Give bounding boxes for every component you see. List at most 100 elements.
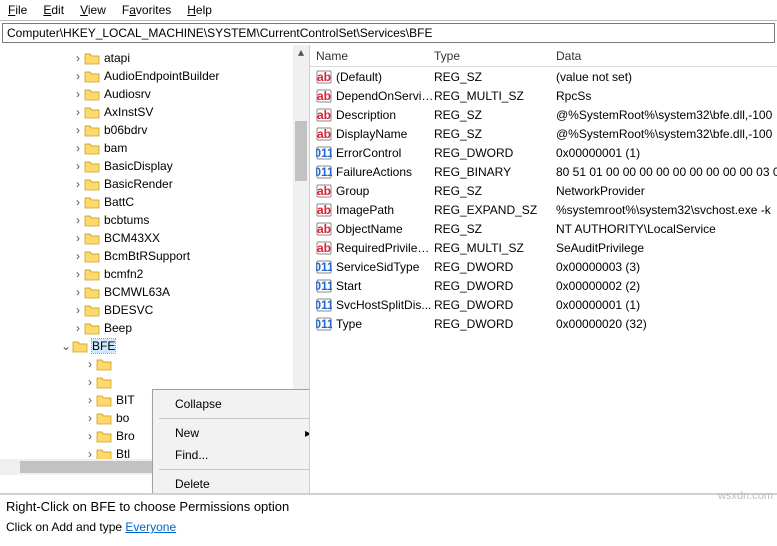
tree-item[interactable]: ›atapi bbox=[0, 49, 309, 67]
folder-icon bbox=[96, 357, 112, 371]
expand-icon[interactable]: › bbox=[72, 267, 84, 281]
tree-item[interactable]: ›BCMWL63A bbox=[0, 283, 309, 301]
expand-icon[interactable]: › bbox=[72, 321, 84, 335]
expand-icon[interactable]: › bbox=[84, 375, 96, 389]
value-row[interactable]: ImagePath REG_EXPAND_SZ %systemroot%\sys… bbox=[310, 200, 777, 219]
col-data[interactable]: Data bbox=[556, 49, 777, 63]
tree-item[interactable]: ›BasicDisplay bbox=[0, 157, 309, 175]
value-data: %systemroot%\system32\svchost.exe -k bbox=[556, 203, 777, 217]
tree-item[interactable]: ›bcmfn2 bbox=[0, 265, 309, 283]
folder-icon bbox=[84, 213, 100, 227]
expand-icon[interactable]: › bbox=[72, 51, 84, 65]
value-name: DependOnService bbox=[336, 89, 434, 103]
expand-icon[interactable]: › bbox=[72, 87, 84, 101]
value-row[interactable]: DisplayName REG_SZ @%SystemRoot%\system3… bbox=[310, 124, 777, 143]
value-row[interactable]: ObjectName REG_SZ NT AUTHORITY\LocalServ… bbox=[310, 219, 777, 238]
value-row[interactable]: RequiredPrivileg... REG_MULTI_SZ SeAudit… bbox=[310, 238, 777, 257]
expand-icon[interactable]: › bbox=[72, 195, 84, 209]
everyone-link[interactable]: Everyone bbox=[125, 520, 176, 534]
value-type: REG_DWORD bbox=[434, 298, 556, 312]
collapse-icon[interactable]: ⌄ bbox=[60, 339, 72, 353]
expand-icon[interactable]: › bbox=[72, 69, 84, 83]
value-row[interactable]: Group REG_SZ NetworkProvider bbox=[310, 181, 777, 200]
value-data: 0x00000001 (1) bbox=[556, 298, 777, 312]
address-bar[interactable]: Computer\HKEY_LOCAL_MACHINE\SYSTEM\Curre… bbox=[2, 23, 775, 43]
value-row[interactable]: ErrorControl REG_DWORD 0x00000001 (1) bbox=[310, 143, 777, 162]
expand-icon[interactable]: › bbox=[72, 105, 84, 119]
value-type: REG_DWORD bbox=[434, 146, 556, 160]
value-type: REG_SZ bbox=[434, 127, 556, 141]
tree-item[interactable]: ›Beep bbox=[0, 319, 309, 337]
expand-icon[interactable]: › bbox=[84, 357, 96, 371]
expand-icon[interactable]: › bbox=[72, 285, 84, 299]
value-name: SvcHostSplitDis... bbox=[336, 298, 434, 312]
tree-item[interactable]: ›bcbtums bbox=[0, 211, 309, 229]
tree-item[interactable]: ›BasicRender bbox=[0, 175, 309, 193]
expand-icon[interactable]: › bbox=[72, 303, 84, 317]
tree-item[interactable]: ›AxInstSV bbox=[0, 103, 309, 121]
context-menu: Collapse New▸ Find... Delete Rename Expo… bbox=[152, 389, 310, 493]
value-row[interactable]: Type REG_DWORD 0x00000020 (32) bbox=[310, 314, 777, 333]
expand-icon[interactable]: › bbox=[72, 231, 84, 245]
tree-item[interactable]: ›BcmBtRSupport bbox=[0, 247, 309, 265]
binary-value-icon bbox=[316, 278, 332, 294]
expand-icon[interactable]: › bbox=[72, 159, 84, 173]
tree-item[interactable]: ›AudioEndpointBuilder bbox=[0, 67, 309, 85]
col-name[interactable]: Name bbox=[316, 49, 434, 63]
expand-icon[interactable]: › bbox=[84, 411, 96, 425]
menu-file[interactable]: File bbox=[8, 3, 27, 17]
expand-icon[interactable]: › bbox=[72, 177, 84, 191]
value-name: RequiredPrivileg... bbox=[336, 241, 434, 255]
tree-item[interactable]: ›BCM43XX bbox=[0, 229, 309, 247]
value-type: REG_SZ bbox=[434, 222, 556, 236]
tree-item[interactable]: ›b06bdrv bbox=[0, 121, 309, 139]
tree-item[interactable]: › bbox=[0, 355, 309, 373]
folder-icon bbox=[96, 411, 112, 425]
ctx-new[interactable]: New▸ bbox=[155, 422, 310, 444]
value-type: REG_SZ bbox=[434, 184, 556, 198]
string-value-icon bbox=[316, 202, 332, 218]
menu-help[interactable]: Help bbox=[187, 3, 212, 17]
tree-item[interactable]: ›BDESVC bbox=[0, 301, 309, 319]
expand-icon[interactable]: › bbox=[72, 213, 84, 227]
expand-icon[interactable]: › bbox=[72, 123, 84, 137]
value-name: Type bbox=[336, 317, 434, 331]
value-row[interactable]: SvcHostSplitDis... REG_DWORD 0x00000001 … bbox=[310, 295, 777, 314]
expand-icon[interactable]: › bbox=[84, 393, 96, 407]
hint-1: Right-Click on BFE to choose Permissions… bbox=[6, 497, 771, 517]
value-type: REG_BINARY bbox=[434, 165, 556, 179]
string-value-icon bbox=[316, 126, 332, 142]
value-row[interactable]: Description REG_SZ @%SystemRoot%\system3… bbox=[310, 105, 777, 124]
value-name: ObjectName bbox=[336, 222, 434, 236]
value-type: REG_SZ bbox=[434, 108, 556, 122]
value-type: REG_DWORD bbox=[434, 260, 556, 274]
value-row[interactable]: (Default) REG_SZ (value not set) bbox=[310, 67, 777, 86]
string-value-icon bbox=[316, 88, 332, 104]
value-row[interactable]: DependOnService REG_MULTI_SZ RpcSs bbox=[310, 86, 777, 105]
value-row[interactable]: ServiceSidType REG_DWORD 0x00000003 (3) bbox=[310, 257, 777, 276]
value-row[interactable]: Start REG_DWORD 0x00000002 (2) bbox=[310, 276, 777, 295]
ctx-delete[interactable]: Delete bbox=[155, 473, 310, 493]
tree-item[interactable]: ›BattC bbox=[0, 193, 309, 211]
menu-view[interactable]: View bbox=[80, 3, 106, 17]
tree-item-selected[interactable]: ⌄BFE bbox=[0, 337, 309, 355]
ctx-collapse[interactable]: Collapse bbox=[155, 393, 310, 415]
value-row[interactable]: FailureActions REG_BINARY 80 51 01 00 00… bbox=[310, 162, 777, 181]
col-type[interactable]: Type bbox=[434, 49, 556, 63]
value-name: Group bbox=[336, 184, 434, 198]
folder-icon bbox=[84, 303, 100, 317]
menu-edit[interactable]: Edit bbox=[43, 3, 64, 17]
menu-favorites[interactable]: Favorites bbox=[122, 3, 171, 17]
value-name: ServiceSidType bbox=[336, 260, 434, 274]
tree-item[interactable]: ›bam bbox=[0, 139, 309, 157]
folder-icon bbox=[84, 105, 100, 119]
expand-icon[interactable]: › bbox=[72, 249, 84, 263]
expand-icon[interactable]: › bbox=[84, 429, 96, 443]
ctx-find[interactable]: Find... bbox=[155, 444, 310, 466]
expand-icon[interactable]: › bbox=[72, 141, 84, 155]
column-headers[interactable]: Name Type Data bbox=[310, 45, 777, 67]
values-list-pane: Name Type Data (Default) REG_SZ (value n… bbox=[310, 45, 777, 493]
watermark: wsxdn.com bbox=[718, 490, 773, 502]
tree-item[interactable]: ›Audiosrv bbox=[0, 85, 309, 103]
value-name: FailureActions bbox=[336, 165, 434, 179]
